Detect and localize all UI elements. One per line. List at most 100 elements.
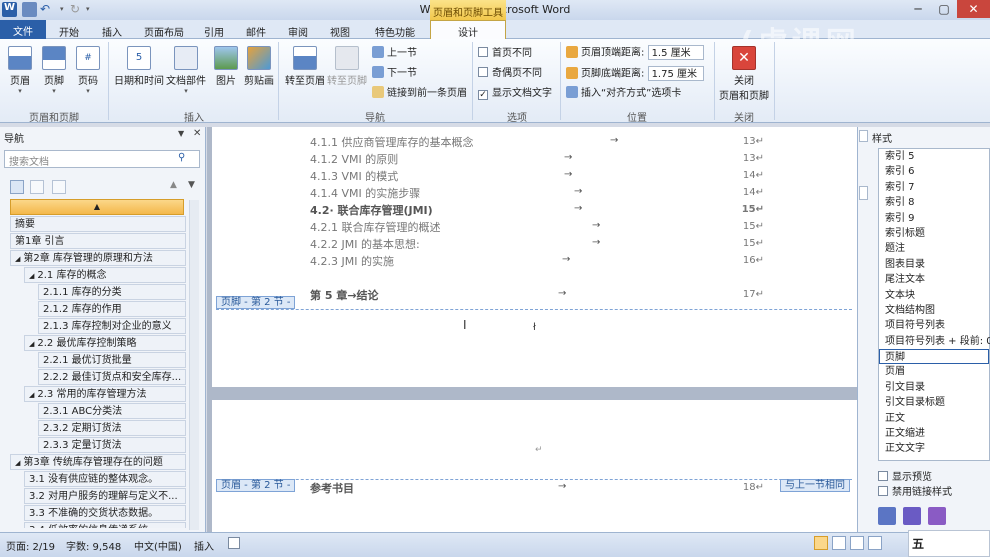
- qat-customize-icon[interactable]: ▾: [86, 2, 101, 17]
- style-item[interactable]: 索引 5: [879, 149, 989, 164]
- next-section-button[interactable]: 下一节: [372, 66, 417, 82]
- collapse-toggle-icon[interactable]: ◢: [29, 272, 34, 280]
- toc-entry[interactable]: 4.1.2 VMI 的原则: [310, 151, 398, 167]
- status-language[interactable]: 中文(中国): [134, 538, 182, 553]
- style-item[interactable]: 索引 8: [879, 195, 989, 210]
- style-item[interactable]: 页脚: [879, 349, 989, 365]
- nav-item[interactable]: 3.2 对用户服务的理解与定义不...: [24, 488, 186, 504]
- nav-item[interactable]: ◢ 2.2 最优库存控制策略: [24, 335, 186, 351]
- new-style-icon[interactable]: [878, 507, 896, 525]
- insertion-point[interactable]: ł: [533, 322, 536, 333]
- vertical-scrollbar-thumb[interactable]: [859, 186, 868, 200]
- nav-item[interactable]: 3.4 低效率的信息传递系统: [24, 522, 186, 528]
- search-icon[interactable]: ⚲: [178, 152, 185, 163]
- style-item[interactable]: 索引 7: [879, 180, 989, 195]
- goto-footer-button[interactable]: 转至页脚: [326, 44, 368, 87]
- show-preview-checkbox[interactable]: 显示预览: [878, 470, 932, 486]
- tab-file[interactable]: 文件: [0, 20, 46, 39]
- style-item[interactable]: 页眉: [879, 364, 989, 379]
- collapse-toggle-icon[interactable]: ◢: [15, 255, 20, 263]
- clipart-button[interactable]: 剪贴画: [242, 44, 276, 87]
- redo-icon[interactable]: ↻: [70, 2, 85, 17]
- tab-design[interactable]: 设计: [430, 20, 506, 40]
- nav-item[interactable]: 2.2.2 最佳订货点和安全库存...: [38, 369, 186, 385]
- toc-entry[interactable]: 4.2.1 联合库存管理的概述: [310, 219, 441, 235]
- toc-entry[interactable]: 4.1.1 供应商管理库存的基本概念: [310, 134, 474, 150]
- nav-item[interactable]: 2.1.2 库存的作用: [38, 301, 186, 317]
- status-words[interactable]: 字数: 9,548: [66, 538, 121, 553]
- ime-mode-icon[interactable]: 五: [912, 535, 924, 552]
- header-distance-input[interactable]: 1.5 厘米: [647, 45, 704, 60]
- goto-header-button[interactable]: 转至页眉: [282, 44, 328, 87]
- undo-icon[interactable]: ↶: [40, 2, 55, 17]
- tab-insert[interactable]: 插入: [94, 22, 130, 39]
- style-item[interactable]: 索引 9: [879, 211, 989, 226]
- collapse-toggle-icon[interactable]: ◢: [29, 391, 34, 399]
- close-pane-icon[interactable]: ✕: [193, 128, 201, 139]
- macro-record-icon[interactable]: [228, 537, 240, 549]
- minimize-button[interactable]: ─: [905, 0, 931, 18]
- nav-item[interactable]: 2.3.3 定量订货法: [38, 437, 186, 453]
- toc-references[interactable]: 参考书目: [310, 480, 354, 496]
- nav-item[interactable]: ◢ 2.1 库存的概念: [24, 267, 186, 283]
- nav-item[interactable]: 2.1.3 库存控制对企业的意义: [38, 318, 186, 334]
- word-app-icon[interactable]: W: [2, 2, 17, 17]
- footer-button[interactable]: 页脚 ▾: [36, 44, 72, 95]
- tab-home[interactable]: 开始: [50, 22, 88, 39]
- toc-entry[interactable]: 4.1.3 VMI 的模式: [310, 168, 398, 184]
- nav-item[interactable]: 3.3 不准确的交货状态数据。: [24, 505, 186, 521]
- picture-button[interactable]: 图片: [208, 44, 244, 87]
- page-number-button[interactable]: # 页码 ▾: [70, 44, 106, 95]
- maximize-button[interactable]: ▢: [931, 0, 957, 18]
- tab-features[interactable]: 特色功能: [364, 22, 426, 39]
- style-item[interactable]: 索引标题: [879, 226, 989, 241]
- nav-item[interactable]: 3.1 没有供应链的整体观念。: [24, 471, 186, 487]
- style-item[interactable]: 图表目录: [879, 257, 989, 272]
- status-insert-mode[interactable]: 插入: [194, 538, 214, 553]
- previous-section-button[interactable]: 上一节: [372, 46, 417, 62]
- nav-search-input[interactable]: 搜索文档: [4, 150, 200, 168]
- toc-entry[interactable]: 4.2.2 JMI 的基本思想:: [310, 236, 420, 252]
- disable-linked-checkbox[interactable]: 禁用链接样式: [878, 485, 952, 501]
- nav-item[interactable]: ◢ 第3章 传统库存管理存在的问题: [10, 454, 186, 470]
- toc-chapter-5[interactable]: 第 5 章→结论: [310, 287, 379, 303]
- pane-menu-icon[interactable]: ▼: [178, 129, 184, 138]
- web-layout-icon[interactable]: [850, 536, 864, 550]
- date-time-button[interactable]: 5 日期和时间: [112, 44, 166, 87]
- close-header-footer-button[interactable]: ✕ 关闭 页眉和页脚: [716, 44, 772, 102]
- manage-styles-icon[interactable]: [928, 507, 946, 525]
- style-item[interactable]: 文档结构图: [879, 303, 989, 318]
- pages-view-icon[interactable]: [30, 180, 44, 194]
- different-odd-even-checkbox[interactable]: 奇偶页不同: [478, 66, 542, 82]
- results-view-icon[interactable]: [52, 180, 66, 194]
- nav-item[interactable]: 摘要: [10, 216, 186, 232]
- nav-item[interactable]: 2.2.1 最优订货批量: [38, 352, 186, 368]
- next-heading-icon[interactable]: ▼: [188, 180, 195, 190]
- different-first-page-checkbox[interactable]: 首页不同: [478, 46, 532, 62]
- headings-view-icon[interactable]: [10, 180, 24, 194]
- toc-entry[interactable]: 4.2.3 JMI 的实施: [310, 253, 394, 269]
- style-item[interactable]: 文本块: [879, 288, 989, 303]
- toc-entry[interactable]: 4.2· 联合库存管理(JMI): [310, 202, 433, 218]
- save-icon[interactable]: [22, 2, 37, 17]
- style-item[interactable]: 引文目录标题: [879, 395, 989, 410]
- outline-icon[interactable]: [868, 536, 882, 550]
- nav-selected-item[interactable]: ▲: [10, 199, 184, 215]
- style-item[interactable]: 正文: [879, 411, 989, 426]
- nav-item[interactable]: ◢ 第2章 库存管理的原理和方法: [10, 250, 186, 266]
- close-window-button[interactable]: ✕: [957, 0, 990, 18]
- style-item[interactable]: 索引 6: [879, 164, 989, 179]
- nav-scrollbar[interactable]: [189, 200, 199, 530]
- nav-item[interactable]: 2.3.1 ABC分类法: [38, 403, 186, 419]
- style-item[interactable]: 项目符号列表: [879, 318, 989, 333]
- tab-view[interactable]: 视图: [322, 22, 358, 39]
- footer-distance-input[interactable]: 1.75 厘米: [647, 66, 704, 81]
- link-to-previous-button[interactable]: 链接到前一条页眉: [372, 86, 467, 102]
- quick-parts-button[interactable]: 文档部件 ▾: [164, 44, 208, 95]
- style-item[interactable]: 尾注文本: [879, 272, 989, 287]
- full-screen-icon[interactable]: [832, 536, 846, 550]
- nav-item[interactable]: 2.3.2 定期订货法: [38, 420, 186, 436]
- nav-item[interactable]: 2.1.1 库存的分类: [38, 284, 186, 300]
- previous-heading-icon[interactable]: ▲: [170, 180, 177, 190]
- toc-entry[interactable]: 4.1.4 VMI 的实施步骤: [310, 185, 420, 201]
